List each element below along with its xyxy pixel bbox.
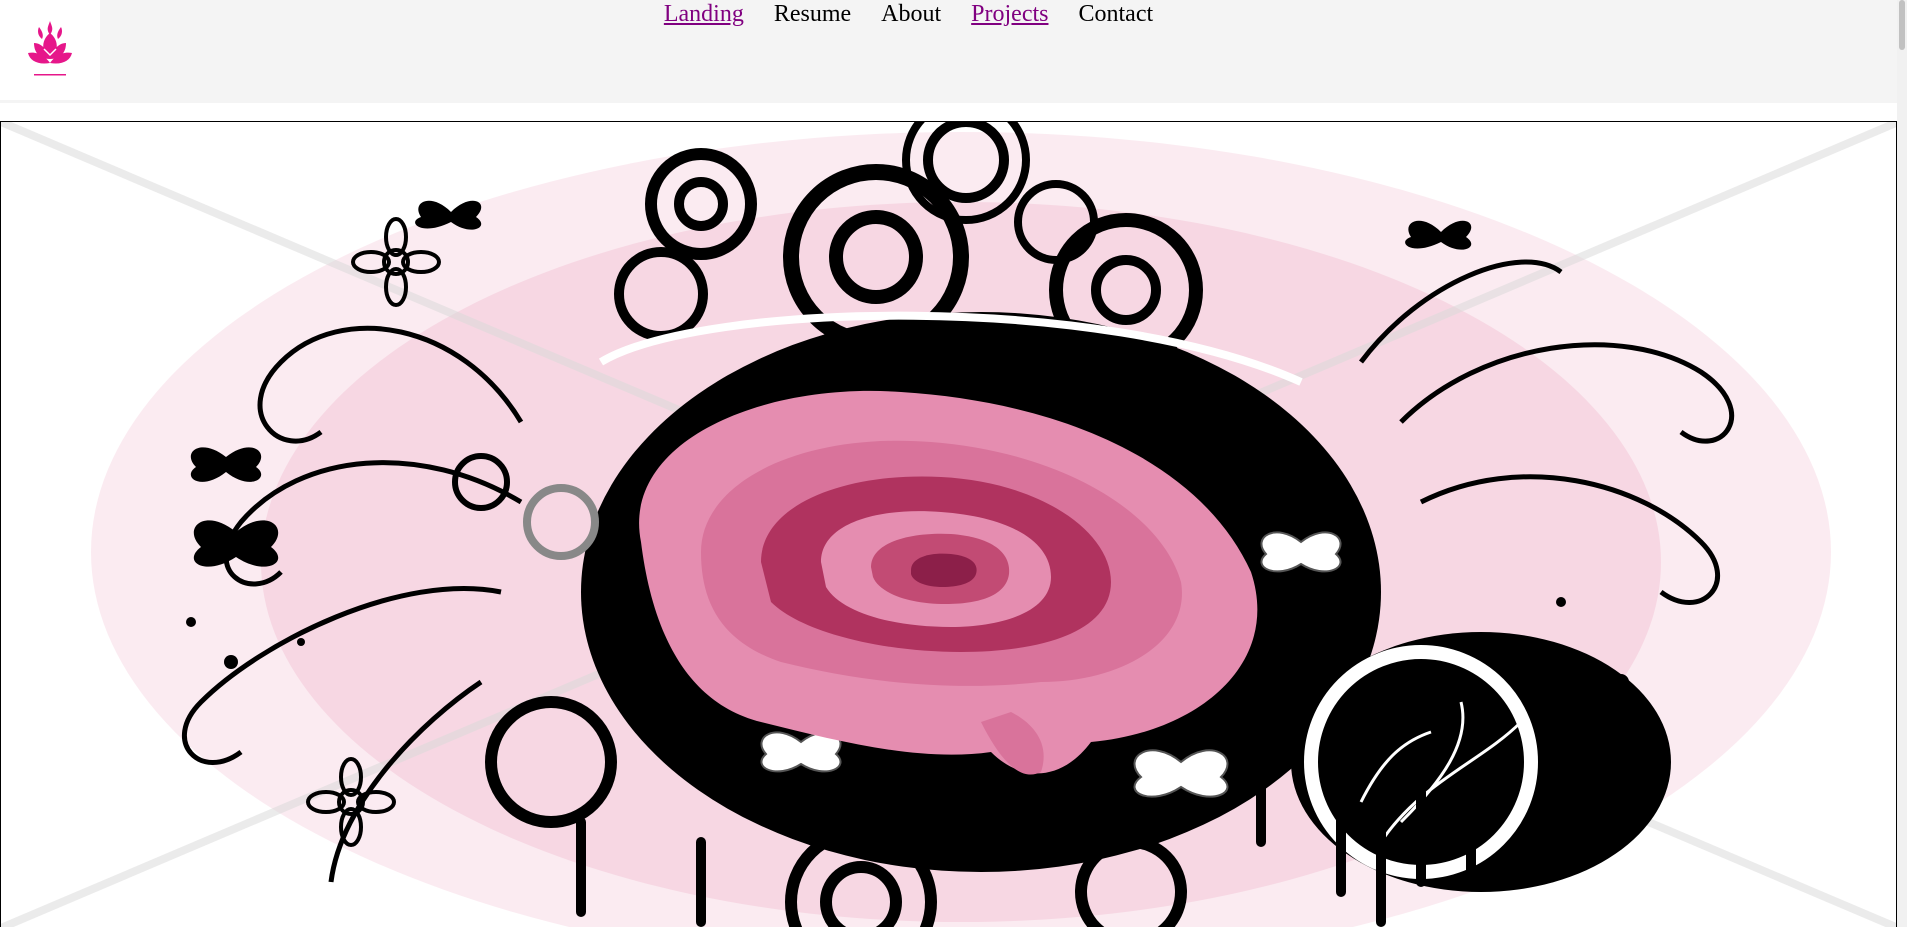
main-nav: Landing Resume About Projects Contact [0,0,1862,28]
hero-image [0,121,1897,927]
lotus-logo-icon [28,21,72,76]
nav-link-landing[interactable]: Landing [664,0,744,28]
rose-grunge-artwork [1,122,1896,927]
nav-link-about[interactable]: About [881,0,941,28]
nav-link-resume[interactable]: Resume [774,0,851,28]
page-scrollbar[interactable] [1897,0,1907,927]
nav-link-projects[interactable]: Projects [971,0,1048,28]
scrollbar-thumb[interactable] [1899,0,1905,50]
site-header: Landing Resume About Projects Contact [0,0,1907,103]
nav-link-contact[interactable]: Contact [1078,0,1153,28]
page: Landing Resume About Projects Contact [0,0,1907,927]
